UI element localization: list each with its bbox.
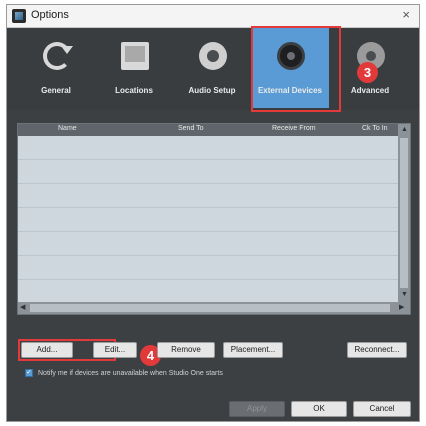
- tab-advanced-label: Advanced: [350, 86, 390, 95]
- tab-general[interactable]: General: [17, 28, 95, 108]
- tab-audio-setup[interactable]: Audio Setup: [173, 28, 251, 108]
- column-name[interactable]: Name: [58, 125, 77, 132]
- scroll-left-icon[interactable]: ◀: [20, 303, 25, 313]
- device-rows: [18, 136, 398, 302]
- empty-row: [18, 256, 398, 280]
- close-icon[interactable]: ×: [402, 8, 410, 22]
- scroll-down-icon[interactable]: ▼: [401, 290, 408, 300]
- scroll-up-icon[interactable]: ▲: [401, 125, 408, 135]
- empty-row: [18, 136, 398, 160]
- devices-list[interactable]: Name Send To Receive From Ck To In ▲ ▼ ◀…: [17, 123, 411, 315]
- empty-row: [18, 232, 398, 256]
- table-header: Name Send To Receive From Ck To In: [18, 124, 398, 136]
- column-clock-to-in[interactable]: Ck To In: [362, 125, 388, 132]
- empty-row: [18, 160, 398, 184]
- horizontal-scroll-thumb[interactable]: [30, 304, 390, 312]
- refresh-icon: [43, 42, 73, 70]
- vertical-scrollbar[interactable]: ▲ ▼: [398, 124, 410, 302]
- title-bar: Options ×: [7, 5, 419, 28]
- external-devices-highlight: [251, 26, 341, 112]
- notify-label: Notify me if devices are unavailable whe…: [38, 370, 223, 377]
- tab-locations-label: Locations: [115, 86, 153, 95]
- speaker-icon: [199, 42, 227, 70]
- window-title: Options: [31, 9, 69, 21]
- empty-row: [18, 184, 398, 208]
- reconnect-button[interactable]: Reconnect...: [347, 342, 407, 358]
- cancel-button[interactable]: Cancel: [353, 401, 411, 417]
- empty-row: [18, 208, 398, 232]
- apply-button[interactable]: Apply: [229, 401, 285, 417]
- placement-button[interactable]: Placement...: [223, 342, 283, 358]
- tab-locations[interactable]: Locations: [95, 28, 173, 108]
- vertical-scroll-thumb[interactable]: [400, 138, 408, 288]
- ok-button[interactable]: OK: [291, 401, 347, 417]
- notify-checkbox[interactable]: ✓: [25, 369, 33, 377]
- horizontal-scrollbar[interactable]: ◀ ▶: [18, 302, 410, 314]
- tab-audio-setup-label: Audio Setup: [188, 86, 236, 95]
- column-send-to[interactable]: Send To: [178, 125, 204, 132]
- column-receive-from[interactable]: Receive From: [272, 125, 316, 132]
- app-logo-icon: [12, 9, 26, 23]
- remove-button[interactable]: Remove: [157, 342, 215, 358]
- tab-general-label: General: [41, 86, 71, 95]
- callout-step-3: 3: [357, 62, 378, 83]
- folder-icon: [121, 42, 149, 70]
- scroll-right-icon[interactable]: ▶: [399, 303, 404, 313]
- edit-button[interactable]: Edit...: [93, 342, 137, 358]
